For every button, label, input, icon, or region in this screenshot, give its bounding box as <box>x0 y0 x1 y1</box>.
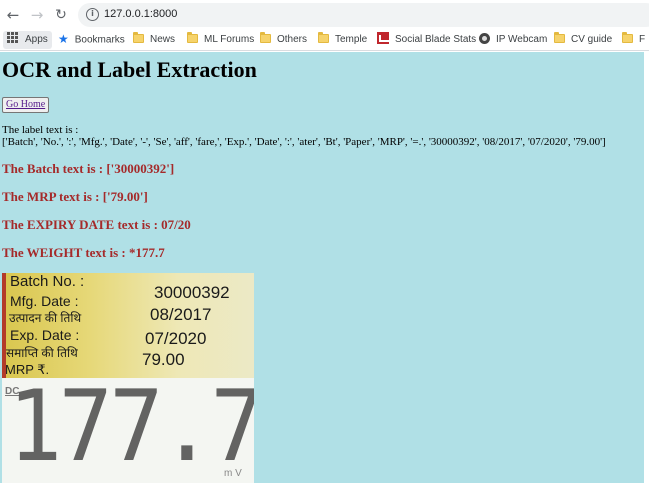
label-photo-value: 30000392 <box>154 283 230 302</box>
webcam-icon <box>479 32 490 44</box>
social-blade-icon <box>377 32 389 45</box>
weight-digits: 177.7 <box>8 378 254 483</box>
bookmark-label: F <box>639 34 646 45</box>
bookmark-apps[interactable]: Apps <box>3 31 52 49</box>
reload-icon[interactable]: ↻ <box>51 5 71 25</box>
url-text[interactable]: 127.0.0.1:8000 <box>104 7 177 22</box>
bookmark-label: Social Blade Stats <box>395 34 477 45</box>
label-photo: Batch No. : 30000392 Mfg. Date : उत्पादन… <box>2 273 254 378</box>
bookmark-others[interactable]: Others <box>256 31 311 49</box>
bookmark-ml-forums[interactable]: ML Forums <box>183 31 258 49</box>
weight-display-photo: DC 177.7 m V <box>2 378 254 483</box>
browser-toolbar: ← → ↻ i 127.0.0.1:8000 <box>0 0 649 29</box>
address-bar[interactable]: i 127.0.0.1:8000 <box>78 3 649 27</box>
bookmarks-bar: Apps ★ Bookmarks News ML Forums Others Te… <box>0 29 649 51</box>
label-photo-text: MRP ₹. <box>5 362 50 377</box>
window-edge <box>644 52 649 483</box>
apps-grid-icon <box>7 32 19 44</box>
folder-icon <box>133 31 144 43</box>
bookmark-news[interactable]: News <box>129 31 179 49</box>
folder-icon <box>187 31 198 43</box>
bookmark-label: ML Forums <box>204 34 255 45</box>
label-photo-text: उत्पादन की तिथि <box>9 311 82 325</box>
page-title: OCR and Label Extraction <box>2 57 257 82</box>
bookmark-f[interactable]: F <box>618 31 649 49</box>
bookmark-label: CV guide <box>571 34 613 45</box>
back-arrow-icon[interactable]: ← <box>3 5 23 25</box>
bookmark-label: Others <box>277 34 308 45</box>
bookmark-cv-guide[interactable]: CV guide <box>550 31 616 49</box>
go-home-button[interactable]: Go Home <box>2 97 50 113</box>
folder-icon <box>260 31 271 43</box>
star-icon: ★ <box>58 32 69 46</box>
label-text-list: ['Batch', 'No.', ':', 'Mfg.', 'Date', '-… <box>2 136 606 148</box>
bookmark-bookmarks[interactable]: ★ Bookmarks <box>54 31 129 49</box>
label-photo-value: 07/2020 <box>145 329 207 348</box>
folder-icon <box>554 31 565 43</box>
label-photo-text: Exp. Date : <box>10 327 80 343</box>
label-photo-text: Mfg. Date : <box>10 293 79 309</box>
bookmark-social-blade[interactable]: Social Blade Stats <box>373 31 480 49</box>
bookmark-label: News <box>150 34 176 45</box>
mrp-result: The MRP text is : ['79.00'] <box>2 189 148 204</box>
bookmark-label: Bookmarks <box>74 34 125 46</box>
page-content: OCR and Label Extraction Go Home The lab… <box>0 52 644 483</box>
unit-label: m V <box>224 468 242 479</box>
bookmark-label: IP Webcam <box>496 34 548 45</box>
label-photo-text: Batch No. : <box>10 273 85 290</box>
label-photo-text: समाप्ति की तिथि <box>6 346 78 360</box>
weight-result: The WEIGHT text is : *177.7 <box>2 245 165 260</box>
site-info-icon[interactable]: i <box>86 8 99 21</box>
expiry-result: The EXPIRY DATE text is : 07/20 <box>2 217 191 232</box>
label-photo-value: 79.00 <box>142 350 185 369</box>
forward-arrow-icon[interactable]: → <box>27 5 47 25</box>
label-photo-value: 08/2017 <box>150 305 212 324</box>
bookmark-ip-webcam[interactable]: IP Webcam <box>475 31 551 49</box>
folder-icon <box>318 31 329 43</box>
bookmark-label: Temple <box>335 34 368 45</box>
bookmark-label: Apps <box>25 34 48 45</box>
batch-result: The Batch text is : ['30000392'] <box>2 161 175 176</box>
folder-icon <box>622 31 633 43</box>
bookmark-temple[interactable]: Temple <box>314 31 371 49</box>
